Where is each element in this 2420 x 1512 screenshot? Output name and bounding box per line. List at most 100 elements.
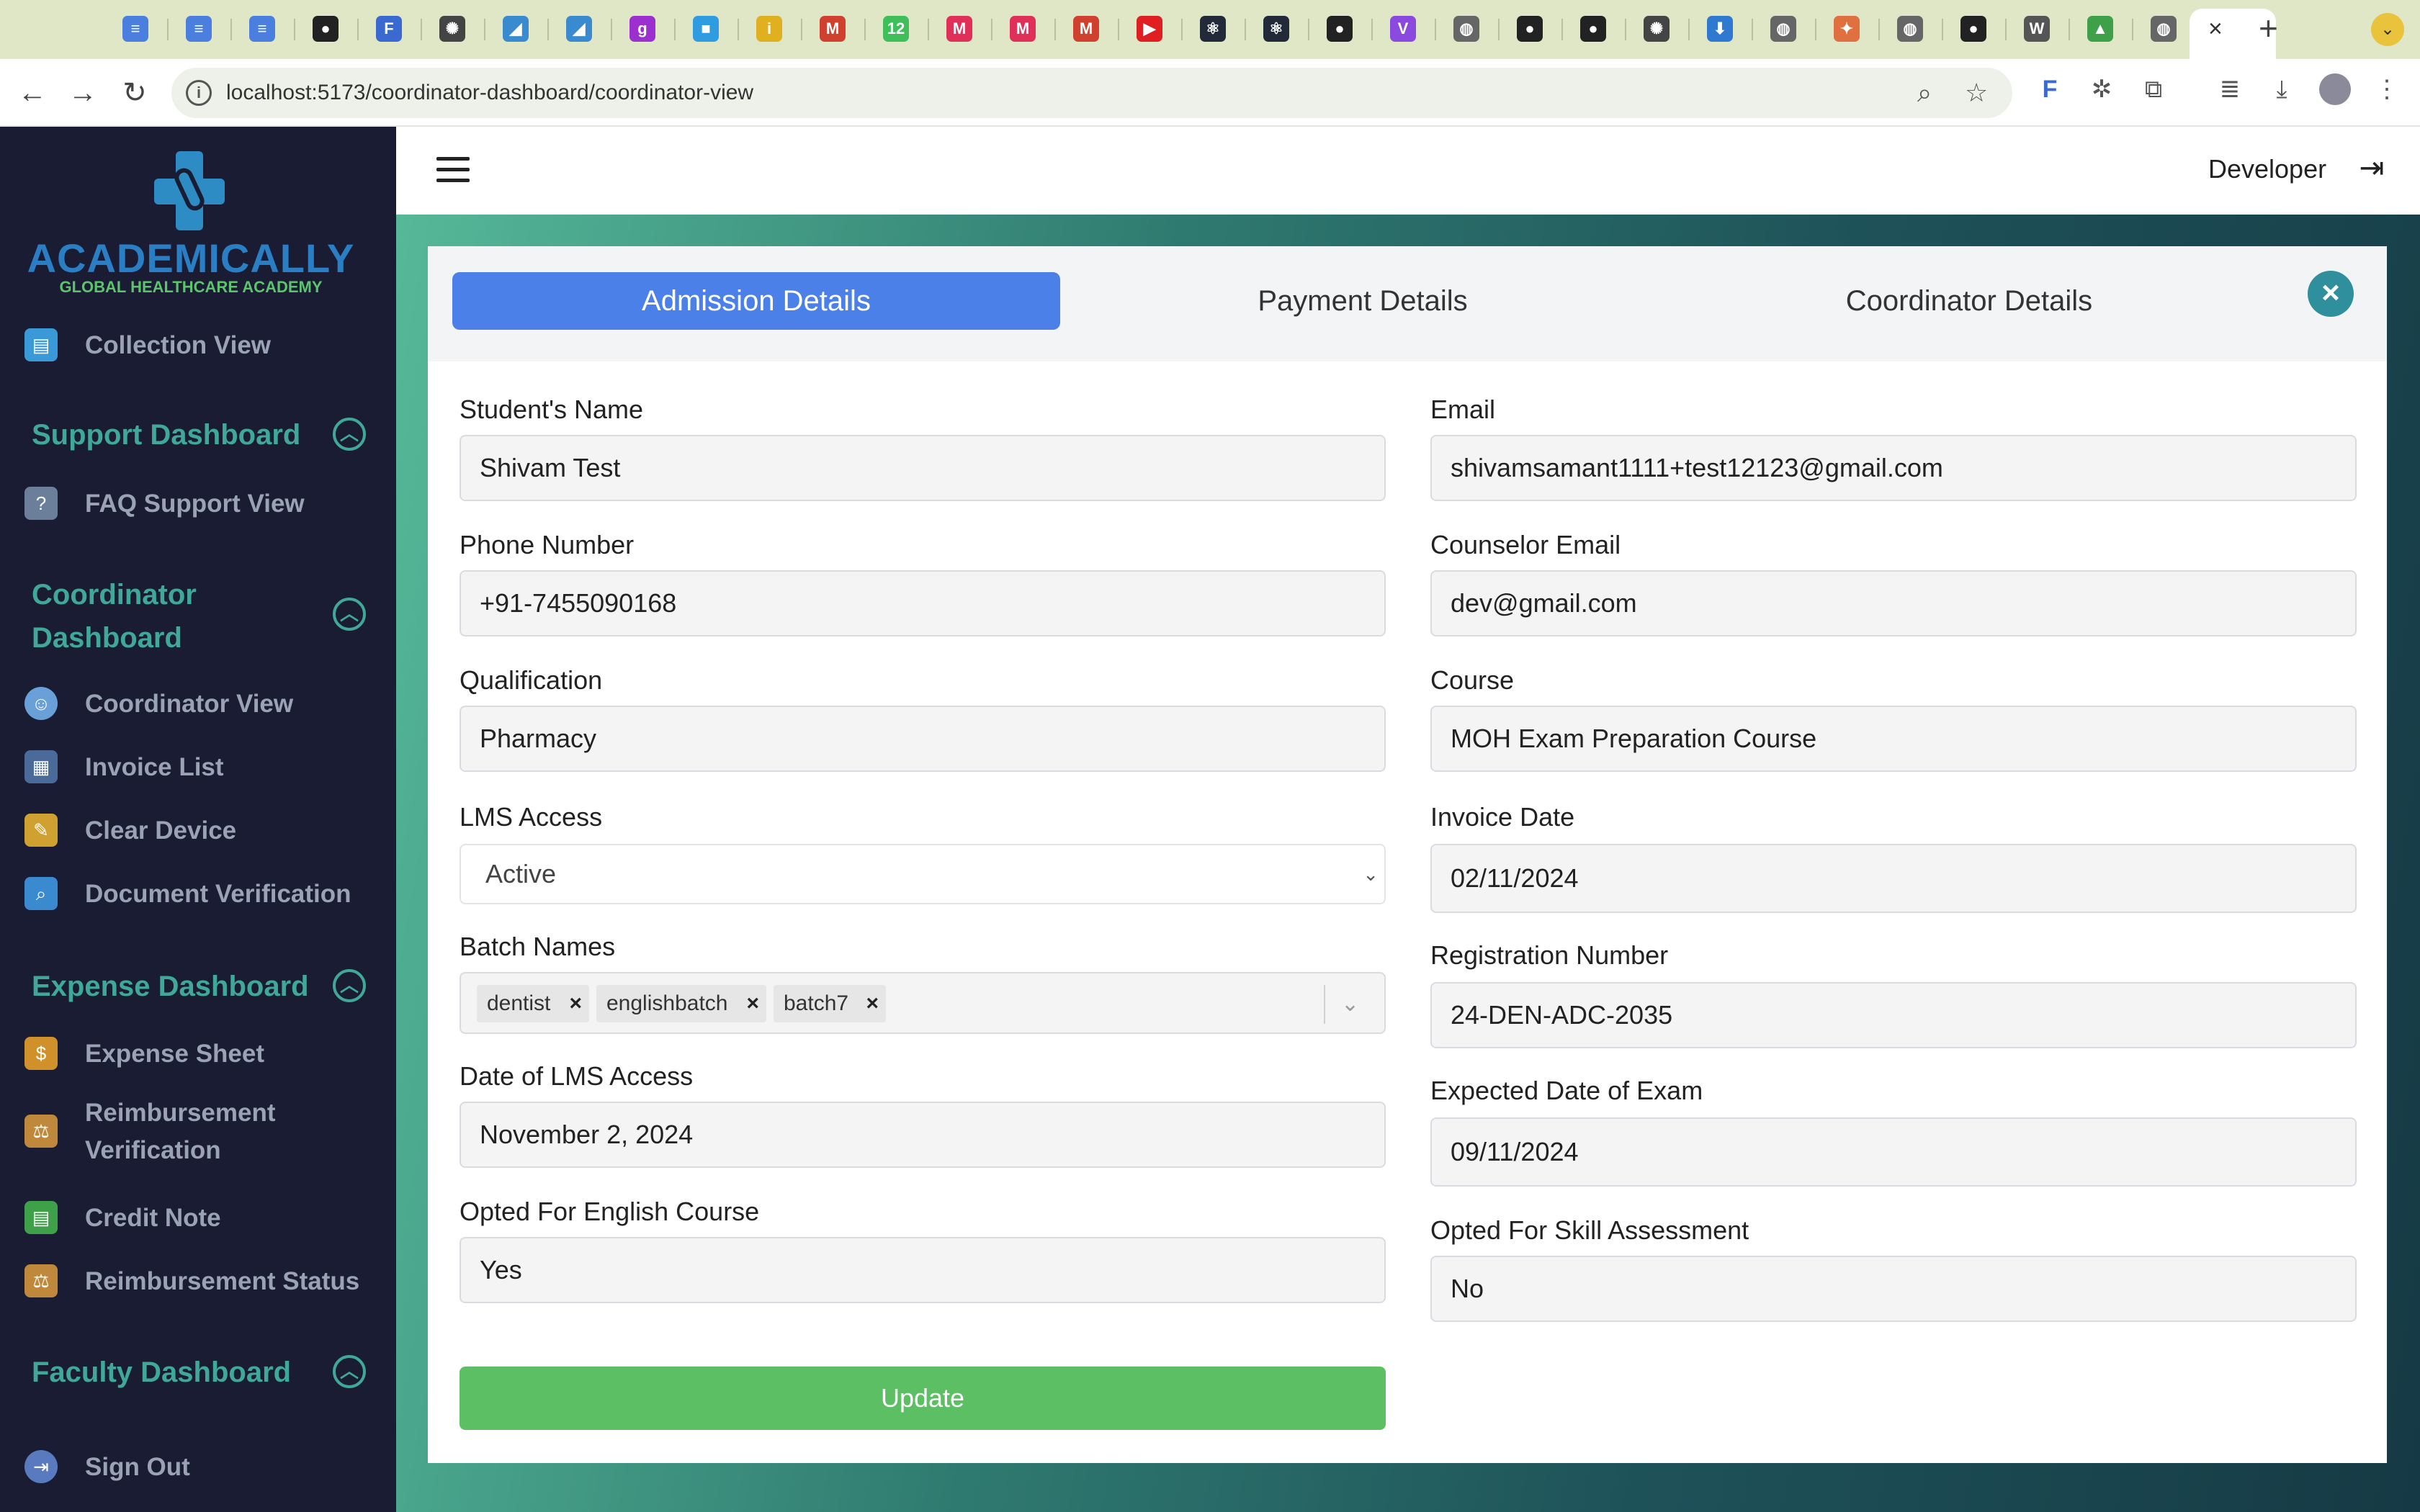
batch-chip: dentist × (477, 985, 589, 1022)
react-icon[interactable]: ⚛ (1200, 16, 1226, 42)
tab-admission-details[interactable]: Admission Details (452, 272, 1060, 330)
drive-icon[interactable]: ▲ (2087, 16, 2113, 42)
gmail-icon[interactable]: M (1073, 16, 1099, 42)
myntra-icon[interactable]: M (946, 16, 972, 42)
sidebar-item-faq-support-view[interactable]: ? FAQ Support View (22, 478, 389, 528)
wikipedia-icon[interactable]: W (2024, 16, 2050, 42)
docs-icon[interactable]: ≡ (249, 16, 275, 42)
english-course-field[interactable]: Yes (460, 1237, 1386, 1303)
globe-icon[interactable]: ◍ (1453, 16, 1479, 42)
sidebar-item-document-verification[interactable]: ⌕ Document Verification (22, 868, 389, 919)
app-icon[interactable]: ◢ (566, 16, 592, 42)
app-icon[interactable]: 12 (883, 16, 909, 42)
site-info-icon[interactable]: i (186, 80, 212, 106)
github-icon[interactable]: ● (1327, 16, 1353, 42)
github-icon[interactable]: ● (1580, 16, 1606, 42)
tab-search-icon[interactable]: ⌄ (2371, 13, 2404, 46)
user-name: Developer (2208, 154, 2327, 184)
app-icon[interactable]: ■ (693, 16, 719, 42)
batch-names-multiselect[interactable]: dentist × englishbatch × batch7 × ⌄ (460, 972, 1386, 1034)
lms-access-select[interactable]: Active ⌄ (460, 844, 1386, 904)
remove-chip-icon[interactable]: × (746, 985, 759, 1022)
chevron-up-icon[interactable]: ︿ (333, 1355, 366, 1388)
reload-icon[interactable]: ↻ (117, 75, 153, 111)
app-icon[interactable]: F (376, 16, 402, 42)
sidebar-item-label: Sign Out (85, 1453, 190, 1481)
profile-avatar[interactable] (2319, 73, 2351, 105)
app-icon[interactable]: i (756, 16, 782, 42)
sidebar-item-reimbursement-verification[interactable]: ⚖ Reimbursement Verification (22, 1092, 389, 1171)
globe-icon[interactable]: ◍ (1770, 16, 1796, 42)
react-icon[interactable]: ⚛ (1263, 16, 1289, 42)
puzzle-icon[interactable]: ⧉ (2138, 73, 2169, 105)
tab-separator (167, 19, 169, 40)
logo-subtitle: GLOBAL HEALTHCARE ACADEMY (59, 278, 323, 296)
download-icon[interactable]: ⬇ (1707, 16, 1733, 42)
registration-number-field[interactable]: 24-DEN-ADC-2035 (1430, 982, 2357, 1048)
gmail-icon[interactable]: M (820, 16, 846, 42)
extension-icon[interactable]: ✲ (2086, 73, 2118, 105)
docs-icon[interactable]: ≡ (186, 16, 212, 42)
lms-date-field[interactable]: November 2, 2024 (460, 1102, 1386, 1168)
details-card: Admission Details Payment Details Coordi… (428, 246, 2387, 1463)
hamburger-menu-icon[interactable] (436, 157, 470, 183)
globe-icon[interactable]: ◍ (1897, 16, 1923, 42)
url-text[interactable]: localhost:5173/coordinator-dashboard/coo… (226, 81, 753, 105)
youtube-icon[interactable]: ▶ (1137, 16, 1162, 42)
tab-coordinator-details[interactable]: Coordinator Details (1665, 272, 2273, 330)
docs-icon[interactable]: ≡ (122, 16, 148, 42)
chevron-up-icon[interactable]: ︿ (333, 969, 366, 1002)
sidebar-item-invoice-list[interactable]: ▦ Invoice List (22, 742, 389, 792)
close-icon[interactable]: × (2308, 271, 2354, 317)
sidebar-item-sign-out[interactable]: ⇥ Sign Out (22, 1441, 389, 1492)
tab-payment-details[interactable]: Payment Details (1059, 272, 1667, 330)
sidebar-item-clear-device[interactable]: ✎ Clear Device (22, 805, 389, 855)
close-tab-icon[interactable]: × (2208, 13, 2223, 45)
app-icon[interactable]: ◢ (503, 16, 529, 42)
email-field[interactable]: shivamsamant1111+test12123@gmail.com (1430, 435, 2357, 501)
remove-chip-icon[interactable]: × (569, 985, 582, 1022)
chevron-up-icon[interactable]: ︿ (333, 418, 366, 451)
github-icon[interactable]: ● (313, 16, 339, 42)
extension-icon[interactable]: F (2034, 73, 2066, 105)
skill-assessment-label: Opted For Skill Assessment (1430, 1215, 1749, 1245)
logout-icon[interactable]: ⇥ (2355, 151, 2388, 184)
course-field[interactable]: MOH Exam Preparation Course (1430, 706, 2357, 772)
counselor-email-field[interactable]: dev@gmail.com (1430, 570, 2357, 636)
app-icon[interactable]: ✦ (1834, 16, 1860, 42)
forward-icon[interactable]: → (65, 75, 101, 111)
expected-exam-field[interactable]: 09/11/2024 (1430, 1117, 2357, 1187)
github-icon[interactable]: ● (1517, 16, 1543, 42)
sidebar-item-coordinator-view[interactable]: ☺ Coordinator View (22, 678, 389, 729)
student-name-field[interactable]: Shivam Test (460, 435, 1386, 501)
reading-list-icon[interactable]: ≣ (2214, 73, 2246, 105)
zoom-icon[interactable]: ⌕ (1917, 78, 1932, 108)
vite-icon[interactable]: V (1390, 16, 1416, 42)
github-icon[interactable]: ● (1960, 16, 1986, 42)
skill-assessment-field[interactable]: No (1430, 1256, 2357, 1322)
new-tab-button[interactable]: + (2259, 10, 2278, 46)
chevron-down-icon[interactable]: ⌄ (1341, 985, 1359, 1024)
sidebar-item-credit-note[interactable]: ▤ Credit Note (22, 1192, 389, 1243)
collection-icon: ▤ (24, 328, 58, 361)
tab-separator (1054, 19, 1056, 40)
menu-kebab-icon[interactable]: ⋮ (2371, 73, 2403, 105)
app-icon[interactable]: g (629, 16, 655, 42)
address-bar[interactable]: i localhost:5173/coordinator-dashboard/c… (171, 68, 2012, 118)
qualification-field[interactable]: Pharmacy (460, 706, 1386, 772)
chatgpt-icon[interactable]: ✺ (1644, 16, 1670, 42)
sidebar-item-expense-sheet[interactable]: $ Expense Sheet (22, 1028, 389, 1079)
sidebar-item-reimbursement-status[interactable]: ⚖ Reimbursement Status (22, 1256, 389, 1306)
invoice-date-field[interactable]: 02/11/2024 (1430, 844, 2357, 913)
chevron-up-icon[interactable]: ︿ (333, 598, 366, 631)
update-button[interactable]: Update (460, 1367, 1386, 1430)
myntra-icon[interactable]: M (1010, 16, 1036, 42)
bookmark-star-icon[interactable]: ☆ (1965, 78, 1988, 108)
download-icon[interactable]: ⤓ (2266, 73, 2298, 105)
back-icon[interactable]: ← (14, 75, 50, 111)
remove-chip-icon[interactable]: × (866, 985, 879, 1022)
chatgpt-icon[interactable]: ✺ (439, 16, 465, 42)
phone-number-field[interactable]: +91-7455090168 (460, 570, 1386, 636)
globe-icon[interactable]: ◍ (2151, 16, 2177, 42)
sidebar-item-collection-view[interactable]: ▤ Collection View (22, 320, 389, 370)
